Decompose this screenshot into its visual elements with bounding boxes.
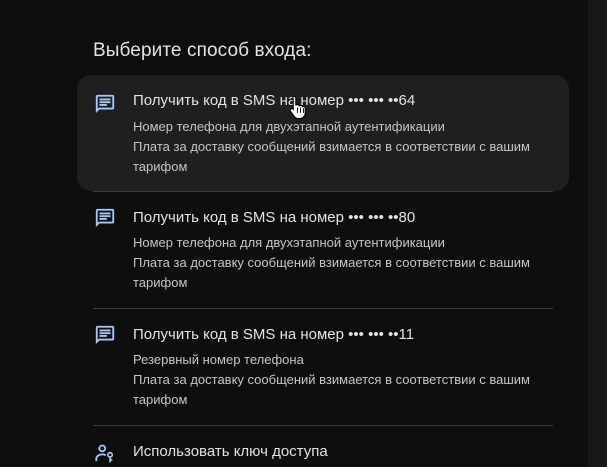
option-description-line: Плата за доставку сообщений взимается в … (133, 139, 530, 174)
option-description-line: Резервный номер телефона (133, 352, 304, 367)
option-description-line: Номер телефона для двухэтапной аутентифи… (133, 235, 445, 250)
sign-in-method-page: Выберите способ входа: Получить код в SM… (0, 0, 607, 467)
option-description-line: Плата за доставку сообщений взимается в … (133, 255, 530, 290)
passkey-icon (94, 442, 116, 464)
hand-cursor-icon (289, 95, 307, 119)
option-title: Получить код в SMS на номер ••• ••• ••11 (133, 326, 415, 343)
option-title: Получить код в SMS на номер ••• ••• ••80 (133, 209, 416, 226)
option-description: Номер телефона для двухэтапной аутентифи… (133, 233, 543, 293)
option-description-line: Номер телефона для двухэтапной аутентифи… (133, 119, 445, 134)
option-title: Получить код в SMS на номер ••• ••• ••64 (133, 92, 416, 109)
option-description: Номер телефона для двухэтапной аутентифи… (133, 117, 543, 177)
sms-icon (94, 93, 116, 115)
option-title: Использовать ключ доступа (133, 443, 328, 460)
option-description-line: Плата за доставку сообщений взимается в … (133, 372, 530, 407)
sms-icon (94, 324, 116, 346)
option-sms-64[interactable]: Получить код в SMS на номер ••• ••• ••64… (77, 75, 569, 191)
option-sms-80[interactable]: Получить код в SMS на номер ••• ••• ••80… (77, 192, 569, 308)
page-title: Выберите способ входа: (93, 40, 312, 61)
sms-icon (94, 207, 116, 229)
option-description: Резервный номер телефона Плата за достав… (133, 350, 543, 410)
scrollbar-track[interactable] (588, 0, 607, 467)
option-passkey[interactable]: Использовать ключ доступа (77, 426, 569, 467)
option-sms-11[interactable]: Получить код в SMS на номер ••• ••• ••11… (77, 309, 569, 425)
